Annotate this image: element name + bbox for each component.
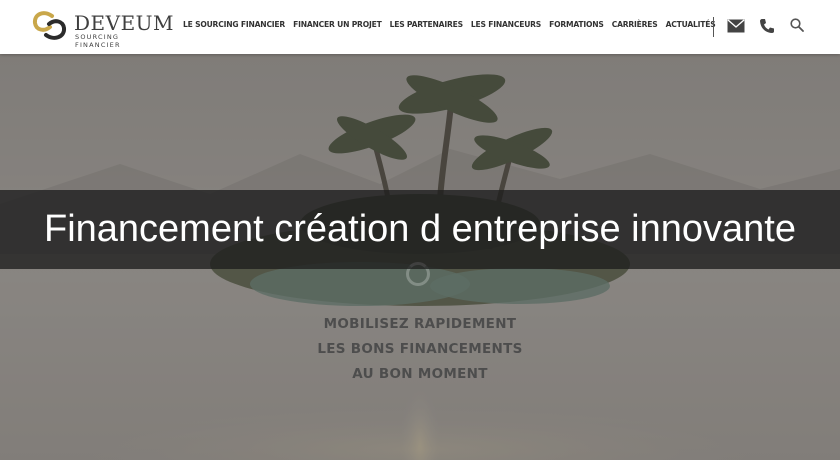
logo-mark-icon <box>32 11 67 40</box>
nav-item-actualites[interactable]: ACTUALITÉS <box>666 20 716 29</box>
nav-item-partenaires[interactable]: LES PARTENAIRES <box>390 20 464 29</box>
hero-tagline-line-2: LES BONS FINANCEMENTS <box>317 341 523 357</box>
brand-subtitle: SOURCING FINANCIER <box>75 33 121 49</box>
mail-icon[interactable] <box>727 19 745 33</box>
nav-item-carrieres[interactable]: CARRIÈRES <box>612 20 658 29</box>
nav-item-financeurs[interactable]: LES FINANCEURS <box>471 20 541 29</box>
hero-tagline-line-3: AU BON MOMENT <box>352 366 488 382</box>
brand-name: DEVEUM <box>74 11 175 35</box>
search-icon[interactable] <box>790 18 804 32</box>
page-title: Financement création d entreprise innova… <box>43 208 796 250</box>
site-header: DEVEUM SOURCING FINANCIER LE SOURCING FI… <box>0 0 840 54</box>
nav-item-financer-projet[interactable]: FINANCER UN PROJET <box>293 20 382 29</box>
main-nav: LE SOURCING FINANCIER FINANCER UN PROJET… <box>183 20 716 29</box>
nav-item-formations[interactable]: FORMATIONS <box>549 20 604 29</box>
page-title-band: Financement création d entreprise innova… <box>0 190 840 269</box>
deveum-logo[interactable]: DEVEUM SOURCING FINANCIER <box>30 8 174 49</box>
hero-tagline-line-1: MOBILISEZ RAPIDEMENT <box>323 316 517 332</box>
nav-divider <box>713 17 714 37</box>
phone-icon[interactable] <box>759 18 775 34</box>
nav-item-sourcing-financier[interactable]: LE SOURCING FINANCIER <box>183 20 285 29</box>
